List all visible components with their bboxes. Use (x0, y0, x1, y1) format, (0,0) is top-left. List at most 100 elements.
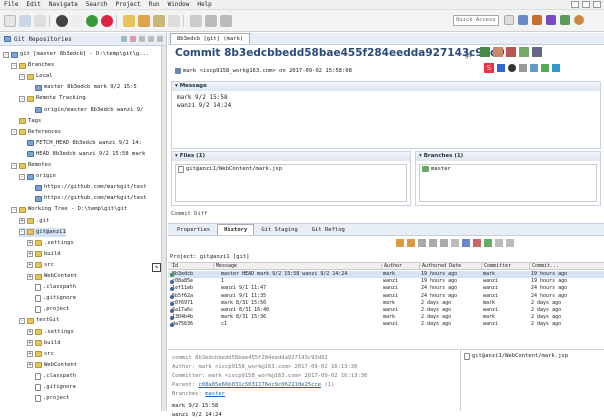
collapse-icon[interactable]: - (11, 62, 17, 69)
collapse-icon[interactable]: - (19, 229, 25, 236)
tree-node[interactable]: .gitignore (27, 383, 76, 392)
collapse-icon[interactable]: - (19, 317, 25, 324)
user-icon[interactable] (541, 64, 549, 72)
tree-node[interactable]: .project (27, 394, 70, 403)
run-icon[interactable] (86, 14, 98, 27)
branch-filter-icon[interactable] (484, 239, 492, 247)
print-icon[interactable] (34, 14, 46, 27)
compare-icon[interactable] (396, 239, 404, 247)
ime-lang-icon[interactable] (497, 64, 505, 72)
tree-node[interactable]: - git@anzi1 (19, 227, 66, 237)
open-task-icon[interactable] (153, 14, 165, 27)
history-row[interactable]: 1ef11eb wanzi 9/1 11:47 wanzi 24 hours ago w… (168, 285, 604, 292)
tab-history[interactable]: History (217, 224, 255, 235)
tree-node[interactable]: - git [master 8b3edcb] - D:\temp\git\g... (3, 50, 149, 59)
create-tag-icon[interactable] (480, 47, 490, 57)
history-row[interactable]: c08a85e 1 wanzi 19 hours ago wanzi 19 hours a… (168, 278, 604, 285)
ime-icon[interactable]: S (484, 63, 494, 73)
save-icon[interactable] (19, 14, 31, 27)
java-perspective-icon[interactable] (560, 15, 570, 25)
create-branch-icon[interactable] (493, 47, 503, 57)
tree-node[interactable]: FETCH_HEAD 8b3edcb wanzi 9/2 14: (19, 139, 142, 148)
debug-perspective-icon[interactable] (546, 15, 556, 25)
minimize-icon[interactable] (148, 36, 154, 42)
tab-git-reflog[interactable]: Git Reflog (304, 224, 352, 235)
menu-window[interactable]: Window (168, 1, 190, 8)
open-folder-icon[interactable] (123, 14, 135, 27)
column-header[interactable]: Message (213, 263, 380, 270)
column-header[interactable]: Author (381, 263, 418, 270)
history-row[interactable]: da75636 c1 wanzi 2 days ago wanzi 2 days ago (168, 321, 604, 328)
collapse-icon[interactable]: - (11, 129, 17, 136)
minimize-window-icon[interactable] (571, 1, 579, 8)
history-row[interactable]: 8b3edcb master HEAD mark 9/2 15:58 wanzi … (168, 271, 604, 278)
branch-link[interactable]: master (205, 391, 225, 397)
open-type-icon[interactable] (138, 14, 150, 27)
expand-icon[interactable]: + (19, 218, 25, 224)
tree-node[interactable]: origin/master 8b3edcb wanzi 9/ (27, 106, 143, 115)
tree-node[interactable]: Tags (11, 117, 41, 126)
collapse-icon[interactable]: - (3, 51, 9, 58)
tree-node[interactable]: - testGit (19, 316, 59, 325)
checkout-icon[interactable] (506, 47, 516, 57)
refresh-icon[interactable] (462, 239, 470, 247)
dropdown-icon[interactable] (71, 14, 83, 27)
expand-icon[interactable]: + (27, 362, 33, 369)
external-tools-icon[interactable] (101, 14, 113, 27)
ime-moon-icon[interactable] (508, 64, 516, 72)
revert-icon[interactable] (532, 47, 542, 57)
keyboard-icon[interactable] (530, 64, 538, 72)
files-header[interactable]: ▾ Files (1) (172, 152, 410, 161)
tree-node[interactable]: - Remote Tracking (19, 94, 86, 103)
debug-icon[interactable] (56, 14, 68, 27)
menu-navigate[interactable]: Navigate (49, 1, 78, 8)
quick-access-input[interactable]: Quick Access (453, 15, 499, 26)
team-perspective-icon[interactable] (574, 15, 584, 25)
tree-node[interactable]: - References (11, 128, 61, 137)
ime-punct-icon[interactable] (519, 64, 527, 72)
history-row[interactable]: 1304b4b mark 8/31 15:36 mark 2 days ago mark… (168, 314, 604, 321)
tree-node[interactable]: - origin (19, 172, 56, 181)
search-icon[interactable] (168, 14, 180, 27)
forward-icon[interactable] (220, 14, 232, 27)
annotation-icon[interactable] (190, 14, 202, 27)
branch-item[interactable]: master (431, 166, 451, 200)
tab-git-staging[interactable]: Git Staging (254, 224, 305, 235)
branches-header[interactable]: ▾ Branches (1) (416, 152, 600, 161)
tree-node[interactable]: + src (27, 350, 54, 359)
changed-file-item[interactable]: git@anzi1/WebContent/mark.jsp (472, 353, 568, 359)
tree-node[interactable]: .project (27, 305, 70, 314)
view-menu-icon[interactable] (495, 239, 503, 247)
column-header[interactable]: Committer (481, 263, 528, 270)
expand-icon[interactable]: + (27, 351, 33, 358)
view-menu-icon[interactable] (139, 36, 145, 42)
tree-node[interactable]: - Remotes (11, 161, 51, 170)
history-row[interactable]: 6a17a6c wanzi 8/31 16:40 wanzi 2 days ago wa… (168, 307, 604, 314)
wrench-icon[interactable] (552, 64, 560, 72)
back-icon[interactable] (205, 14, 217, 27)
menu-file[interactable]: File (4, 1, 18, 8)
collapse-all-icon[interactable] (121, 36, 127, 42)
menu-project[interactable]: Project (116, 1, 141, 8)
commit-diff-tabs[interactable]: Commit Diff (171, 211, 207, 217)
expand-icon[interactable]: + (27, 240, 33, 247)
tree-node[interactable]: + src (27, 261, 54, 270)
minimize-icon[interactable] (506, 239, 514, 247)
menu-run[interactable]: Run (149, 1, 160, 8)
maximize-icon[interactable] (157, 36, 163, 42)
expand-icon[interactable]: + (27, 273, 33, 280)
tree-node[interactable]: .classpath (27, 283, 76, 292)
tree-node[interactable]: + build (27, 250, 61, 259)
git-repositories-tab[interactable]: Git Repositories (0, 33, 166, 46)
column-header[interactable]: Commit... (529, 263, 589, 270)
tree-node[interactable]: https://github.com/markgit/test (27, 194, 147, 203)
open-perspective-icon[interactable] (504, 15, 514, 25)
tree-node[interactable]: + .git (19, 217, 49, 226)
search-history-icon[interactable] (451, 239, 459, 247)
new-icon[interactable] (4, 14, 16, 27)
java-ee-perspective-icon[interactable] (518, 15, 528, 25)
tree-scrollbar[interactable] (161, 46, 166, 411)
expand-icon[interactable]: + (27, 251, 33, 258)
pin-icon[interactable] (473, 239, 481, 247)
tree-node[interactable]: + build (27, 339, 61, 348)
